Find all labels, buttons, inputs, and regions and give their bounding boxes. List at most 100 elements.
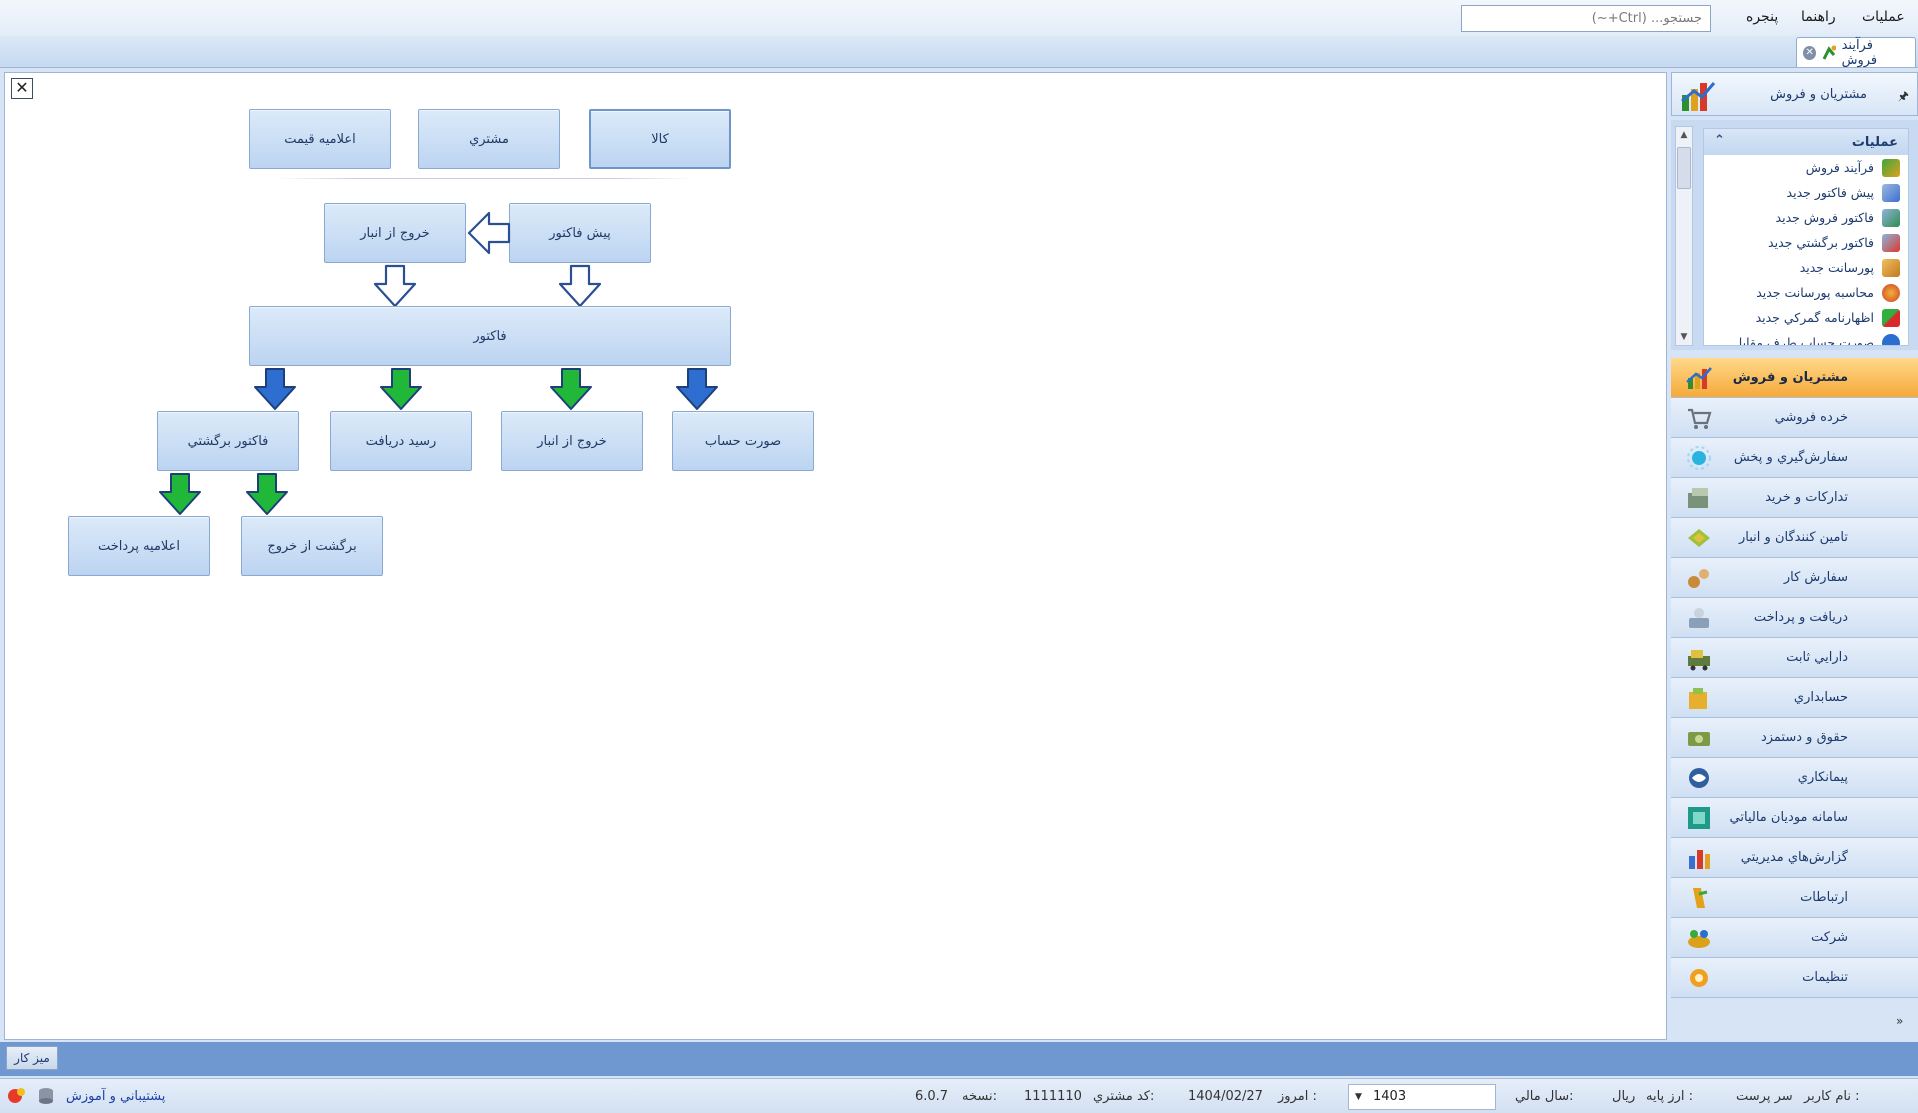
node-warehouse-exit[interactable]: خروج از انبار	[501, 411, 643, 471]
retail-cart-icon	[1688, 408, 1712, 429]
taskbar: ميز کار	[0, 1042, 1918, 1076]
node-customer[interactable]: مشتري	[418, 109, 560, 169]
expand-chevron-icon[interactable]: »	[1896, 1014, 1903, 1028]
arrow-left-icon	[467, 211, 511, 255]
pin-icon[interactable]: 🖈	[1898, 87, 1909, 108]
search-input[interactable]	[1461, 5, 1711, 32]
module-label: شرکت	[1810, 930, 1848, 945]
arrow-down-green-icon	[159, 473, 201, 515]
module-payroll[interactable]: حقوق و دستمزد	[1671, 718, 1918, 758]
node-pre-invoice[interactable]: پیش فاکتور	[509, 203, 651, 263]
arrow-down-icon	[558, 264, 602, 308]
notification-icon[interactable]	[6, 1086, 26, 1106]
module-distribution[interactable]: سفارش‌گيري و پخش	[1671, 438, 1918, 478]
node-payment-notice[interactable]: اعلاميه پرداخت	[68, 516, 210, 576]
module-procurement[interactable]: تدارکات و خرید	[1671, 478, 1918, 518]
fiscal-year-label: سال مالي:	[1515, 1089, 1574, 1104]
menubar: عملیات راهنما پنجره	[0, 0, 1918, 36]
module-label: ارتباطات	[1800, 890, 1848, 905]
op-new-commission-calc[interactable]: محاسبه پورسانت جدید	[1704, 280, 1908, 305]
close-icon[interactable]: ✕	[1803, 45, 1817, 60]
contracting-icon	[1689, 768, 1709, 788]
module-customers-sales[interactable]: مشتريان و فروش	[1671, 358, 1918, 398]
user-value: سر پرست	[1736, 1089, 1793, 1104]
op-new-return-invoice[interactable]: فاکتور برگشتي جدید	[1704, 230, 1908, 255]
work-order-icon	[1688, 569, 1709, 588]
module-communications[interactable]: ارتباطات	[1671, 878, 1918, 918]
module-retail[interactable]: خرده فروشي	[1671, 398, 1918, 438]
collapse-chevron-icon[interactable]: ⌃	[1714, 133, 1725, 148]
fiscal-year-select[interactable]: ▼ 1403	[1348, 1084, 1496, 1110]
user-label: نام کاربر :	[1804, 1089, 1860, 1104]
op-label: پورسانت جدید	[1799, 260, 1874, 275]
module-work-order[interactable]: سفارش کار	[1671, 558, 1918, 598]
module-label: دارايي ثابت	[1786, 650, 1848, 665]
document-tab-strip: ✕ فرآیند فروش	[0, 36, 1918, 68]
payment-icon	[1689, 608, 1709, 628]
module-label: سفارش کار	[1783, 570, 1848, 585]
node-receipt[interactable]: رسيد دريافت	[330, 411, 472, 471]
node-return-invoice[interactable]: فاکتور برگشتي	[157, 411, 299, 471]
module-fixed-assets[interactable]: دارايي ثابت	[1671, 638, 1918, 678]
chevron-down-icon[interactable]: ▼	[1355, 1085, 1362, 1109]
node-price-notice[interactable]: اعلاميه قيمت	[249, 109, 391, 169]
op-new-pre-invoice[interactable]: پیش فاکتور جدید	[1704, 180, 1908, 205]
module-list: مشتريان و فروش خرده فروشي سفارش‌گيري و پ…	[1671, 358, 1918, 998]
node-return-from-exit[interactable]: برگشت از خروج	[241, 516, 383, 576]
tab-label: فرآیند فروش	[1841, 37, 1878, 68]
scroll-down-icon[interactable]: ▼	[1676, 329, 1692, 345]
menu-help[interactable]: راهنما	[1801, 9, 1836, 25]
module-settings[interactable]: تنظيمات	[1671, 958, 1918, 998]
reports-icon	[1689, 850, 1710, 869]
distribution-icon	[1687, 446, 1711, 470]
version-label: نسخه:	[962, 1089, 997, 1104]
module-label: تنظيمات	[1802, 970, 1848, 985]
module-suppliers-warehouse[interactable]: تامين کنندگان و انبار	[1671, 518, 1918, 558]
sales-process-icon	[1882, 158, 1900, 177]
database-icon	[39, 1088, 53, 1104]
support-training-link[interactable]: پشتيباني و آموزش	[66, 1089, 165, 1104]
op-new-customs-declaration[interactable]: اظهارنامه گمرکي جدید	[1704, 305, 1908, 330]
module-label: دريافت و پرداخت	[1753, 610, 1848, 625]
module-tax-system[interactable]: سامانه موديان مالياتي	[1671, 798, 1918, 838]
module-label: تامين کنندگان و انبار	[1739, 530, 1848, 545]
menu-operations[interactable]: عملیات	[1862, 9, 1905, 25]
module-label: سامانه موديان مالياتي	[1729, 810, 1848, 825]
module-receive-pay[interactable]: دريافت و پرداخت	[1671, 598, 1918, 638]
arrow-down-blue-icon	[254, 368, 296, 410]
canvas-close-button[interactable]: ✕	[11, 78, 33, 99]
module-management-reports[interactable]: گزارش‌هاي مديريتي	[1671, 838, 1918, 878]
op-counterparty-statement[interactable]: صورت حساب طرف مقابل	[1704, 330, 1908, 345]
op-new-sales-invoice[interactable]: فاکتور فروش جدید	[1704, 205, 1908, 230]
op-sales-process[interactable]: فرآیند فروش	[1704, 155, 1908, 180]
customers-sales-icon	[1686, 367, 1712, 389]
desktop-button[interactable]: ميز کار	[6, 1046, 58, 1070]
commission-calc-icon	[1882, 283, 1900, 302]
arrow-down-green-icon	[550, 368, 592, 410]
scroll-up-icon[interactable]: ▲	[1676, 127, 1692, 143]
module-accounting[interactable]: حسابداري	[1671, 678, 1918, 718]
pre-invoice-icon	[1882, 183, 1900, 202]
ops-scrollbar[interactable]: ▲ ▼	[1675, 126, 1693, 346]
operations-header[interactable]: ⌃ عملیات	[1704, 129, 1908, 155]
fiscal-year-value: 1403	[1373, 1089, 1407, 1104]
node-account-statement[interactable]: صورت حساب	[672, 411, 814, 471]
node-invoice[interactable]: فاکتور	[249, 306, 731, 366]
pane-footer: »	[1671, 1008, 1918, 1040]
commission-icon	[1882, 258, 1900, 277]
module-label: پيمانکاري	[1797, 770, 1848, 785]
module-contracting[interactable]: پيمانکاري	[1671, 758, 1918, 798]
pane-title: مشتريان و فروش	[1770, 86, 1867, 102]
node-warehouse-exit-top[interactable]: خروج از انبار	[324, 203, 466, 263]
op-new-commission[interactable]: پورسانت جدید	[1704, 255, 1908, 280]
scroll-thumb[interactable]	[1677, 147, 1691, 189]
today-label: امروز :	[1278, 1089, 1317, 1104]
tab-sales-process[interactable]: ✕ فرآیند فروش	[1796, 37, 1916, 68]
node-goods[interactable]: کالا	[589, 109, 731, 169]
menu-window[interactable]: پنجره	[1746, 9, 1778, 25]
currency-value: ريال	[1612, 1089, 1636, 1104]
operations-box: ⌃ عملیات فرآیند فروش پیش فاکتور جدید فاک…	[1703, 128, 1909, 346]
module-company[interactable]: شرکت	[1671, 918, 1918, 958]
currency-label: ارز پایه :	[1646, 1089, 1693, 1104]
navigation-pane: مشتريان و فروش 🖈 ▲ ▼ ⌃ عملیات فرآیند فرو…	[1671, 72, 1918, 1040]
